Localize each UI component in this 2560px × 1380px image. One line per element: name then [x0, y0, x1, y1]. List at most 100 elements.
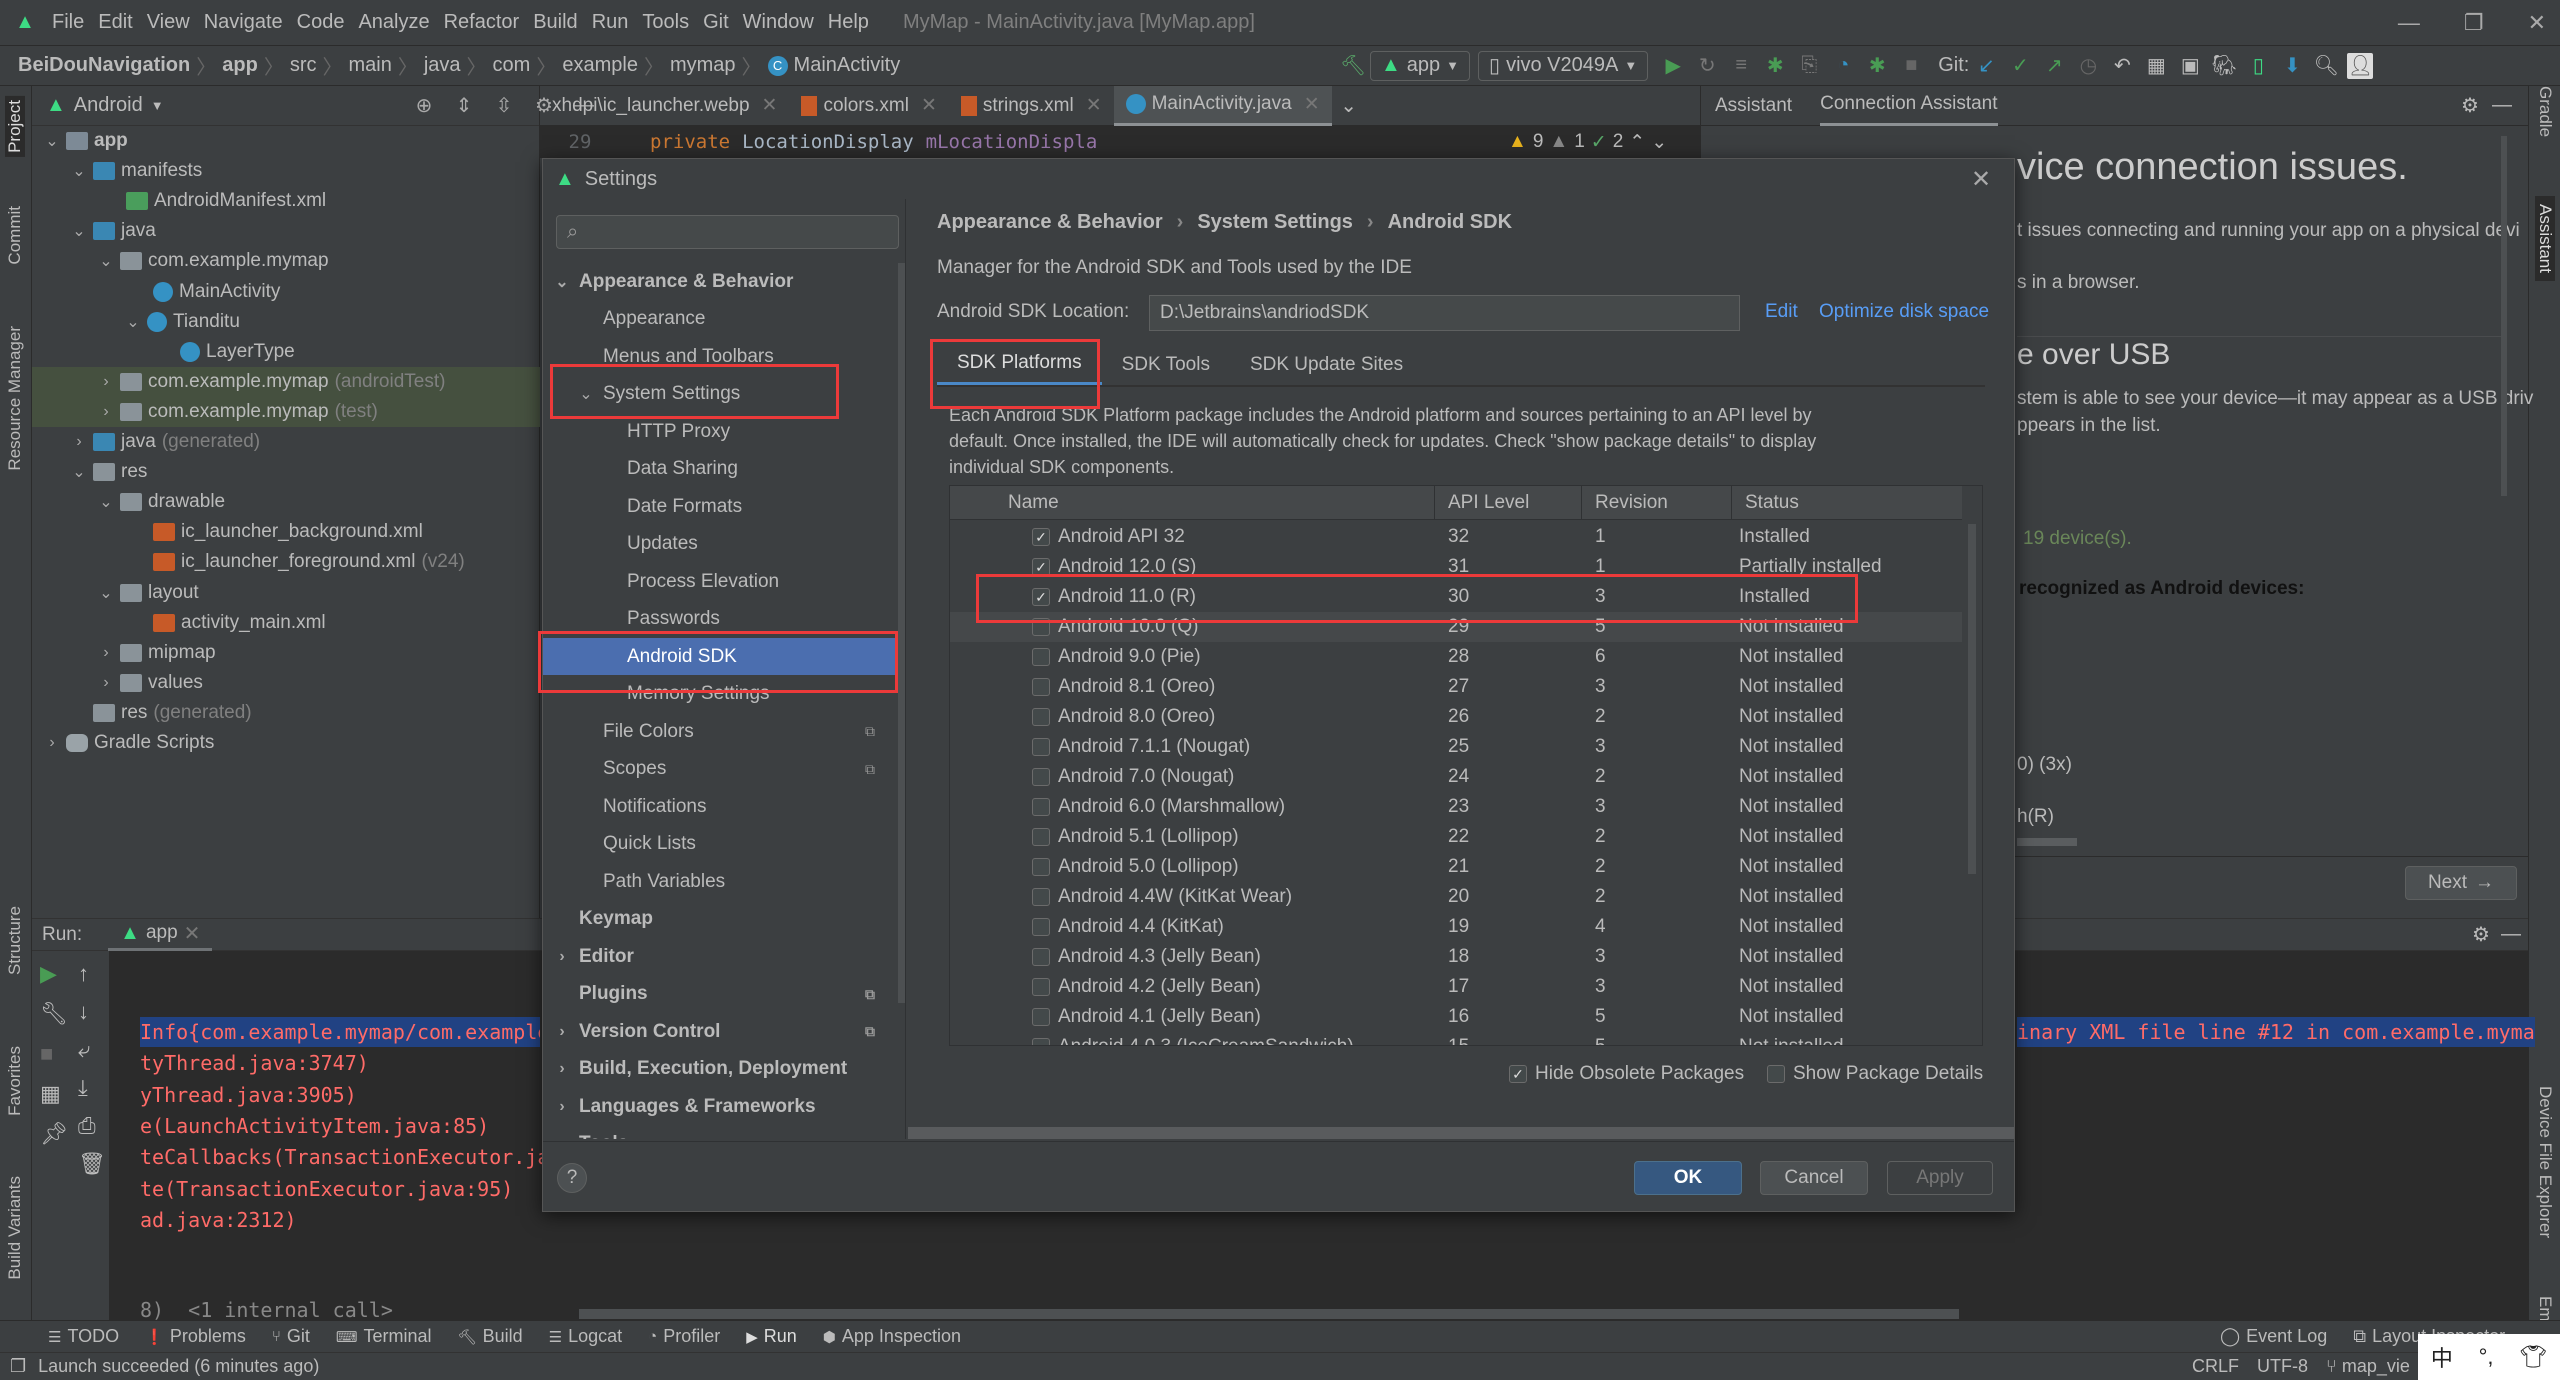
apply-button[interactable]: Apply — [1887, 1161, 1993, 1195]
tool-run[interactable]: ▶ Run — [746, 1326, 797, 1347]
git-branch[interactable]: ⑂ map_vie — [2326, 1356, 2410, 1377]
ok-button[interactable]: OK — [1634, 1161, 1742, 1195]
chevron-right-icon[interactable]: › — [551, 1023, 573, 1041]
project-tree-item[interactable]: LayerType — [32, 337, 540, 367]
chevron-right-icon[interactable]: › — [551, 948, 573, 966]
chevron-right-icon[interactable]: › — [42, 734, 62, 752]
table-row[interactable]: Android 5.1 (Lollipop) 22 2 Not installed — [950, 822, 1962, 852]
project-tree-item[interactable]: › Gradle Scripts — [32, 728, 540, 758]
breadcrumb-item[interactable]: example — [562, 54, 638, 77]
project-view-selector[interactable]: Android — [74, 94, 143, 117]
chevron-down-icon[interactable]: ⌄ — [551, 272, 573, 292]
scroll-to-end-icon[interactable]: ⤓ — [78, 1075, 106, 1101]
settings-tree-item[interactable]: Notifications — [543, 788, 901, 825]
make-project-hammer-icon[interactable]: 🔨︎ — [1340, 53, 1366, 79]
project-structure-icon[interactable]: ▦ — [2143, 53, 2169, 79]
close-dialog-button[interactable]: ✕ — [1971, 165, 1991, 194]
stop-icon[interactable]: ■ — [40, 1041, 68, 1067]
settings-tree-item[interactable]: Scopes ⧉ — [543, 751, 901, 788]
editor-tab[interactable]: strings.xml ✕ — [949, 86, 1114, 126]
checkbox-unchecked[interactable] — [1032, 1008, 1050, 1026]
tool-build[interactable]: 🔨︎ Build — [458, 1326, 523, 1347]
menu-refactor[interactable]: Refactor — [444, 11, 520, 34]
gear-icon[interactable]: ⚙ — [2468, 922, 2494, 948]
column-header-status[interactable]: Status — [1745, 492, 1799, 514]
breadcrumb-item[interactable]: mymap — [670, 54, 736, 77]
connection-assistant-tab[interactable]: Connection Assistant — [1820, 85, 1998, 126]
column-header-name[interactable]: Name — [1008, 492, 1059, 514]
device-manager-icon[interactable]: ▯ — [2245, 53, 2271, 79]
settings-tree-item[interactable]: › Editor — [543, 938, 901, 975]
menu-run[interactable]: Run — [592, 11, 629, 34]
checkbox-unchecked[interactable] — [1032, 708, 1050, 726]
project-tree-item[interactable]: › values — [32, 668, 540, 698]
column-header-revision[interactable]: Revision — [1595, 492, 1668, 514]
chevron-right-icon[interactable]: › — [96, 644, 116, 662]
table-row[interactable]: Android 7.1.1 (Nougat) 25 3 Not installed — [950, 732, 1962, 762]
table-row[interactable]: Android 7.0 (Nougat) 24 2 Not installed — [950, 762, 1962, 792]
device-selector[interactable]: ▯ vivo V2049A ▼ — [1478, 50, 1649, 81]
checkbox-unchecked[interactable] — [1032, 858, 1050, 876]
settings-tree-item[interactable]: Process Elevation — [543, 563, 901, 600]
close-tab-icon[interactable]: ✕ — [184, 921, 201, 946]
ime-skin-icon[interactable]: 👕︎ — [2519, 1344, 2547, 1370]
checkbox-unchecked[interactable] — [1032, 738, 1050, 756]
next-button[interactable]: Next → — [2405, 866, 2517, 900]
checkbox-checked[interactable]: ✓ — [1032, 588, 1050, 606]
chevron-right-icon[interactable]: › — [551, 1098, 573, 1116]
event-log-tool[interactable]: ◯ Event Log — [2220, 1326, 2327, 1347]
chevron-right-icon[interactable]: › — [551, 1060, 573, 1078]
trash-icon[interactable]: 🗑︎ — [78, 1151, 106, 1177]
checkbox-unchecked[interactable] — [1032, 918, 1050, 936]
tool-app-inspection[interactable]: ⬢ App Inspection — [823, 1326, 961, 1347]
line-separator[interactable]: CRLF — [2192, 1356, 2239, 1377]
project-tree-item[interactable]: ⌄ drawable — [32, 487, 540, 517]
breadcrumb-item[interactable]: MainActivity — [794, 54, 901, 77]
settings-tree-item[interactable]: › Build, Execution, Deployment — [543, 1051, 901, 1088]
inspection-widget[interactable]: ▲ 9 ▲ 1 ✓ 2 ⌃ ⌄ — [1508, 131, 1667, 154]
stripe-resource-manager[interactable]: Resource Manager — [5, 326, 25, 471]
checkbox-checked[interactable]: ✓ — [1032, 558, 1050, 576]
stripe-build-variants[interactable]: Build Variants — [5, 1176, 25, 1280]
close-window-button[interactable]: ✕ — [2528, 10, 2546, 36]
checkbox-unchecked[interactable] — [1032, 618, 1050, 636]
run-icon[interactable]: ▶ — [1660, 53, 1686, 79]
checkbox-unchecked[interactable] — [1032, 648, 1050, 666]
edit-link[interactable]: Edit — [1765, 301, 1798, 323]
console-horizontal-scrollbar[interactable] — [579, 1309, 1959, 1319]
tool-terminal[interactable]: ⌨ Terminal — [336, 1326, 432, 1347]
checkbox-unchecked[interactable] — [1032, 678, 1050, 696]
gear-icon[interactable]: ⚙ — [2457, 93, 2483, 119]
settings-tree-item[interactable]: Passwords — [543, 601, 901, 638]
layout-icon[interactable]: ▦ — [40, 1081, 68, 1107]
sync-gradle-icon[interactable]: 🐘︎ — [2211, 53, 2237, 79]
project-tree-item[interactable]: › java (generated) — [32, 427, 540, 457]
menu-window[interactable]: Window — [743, 11, 814, 34]
breadcrumb-item[interactable]: main — [348, 54, 391, 77]
tabs-overflow-chevron-icon[interactable]: ⌄ — [1336, 93, 1362, 119]
minimize-button[interactable]: — — [2398, 10, 2420, 36]
project-tree-item[interactable]: ⌄ app — [32, 126, 540, 156]
sdk-manager-icon[interactable]: ⬇ — [2279, 53, 2305, 79]
menu-git[interactable]: Git — [703, 11, 729, 34]
horizontal-scrollbar[interactable] — [2017, 838, 2077, 846]
project-tree-item[interactable]: ⌄ layout — [32, 578, 540, 608]
settings-search-input[interactable]: ⌕ — [556, 215, 899, 249]
menu-file[interactable]: File — [52, 11, 84, 34]
ime-punctuation-icon[interactable]: °, — [2479, 1344, 2494, 1370]
checkbox-unchecked[interactable] — [1032, 768, 1050, 786]
tool-git[interactable]: ⑂ Git — [272, 1326, 310, 1347]
pin-icon[interactable]: 📌︎ — [40, 1121, 68, 1147]
assistant-tab[interactable]: Assistant — [1715, 95, 1792, 117]
table-row[interactable]: Android 4.4 (KitKat) 19 4 Not installed — [950, 912, 1962, 942]
project-tree-item[interactable]: ⌄ Tianditu — [32, 307, 540, 337]
project-tree-item[interactable]: ⌄ manifests — [32, 156, 540, 186]
status-toggle-icon[interactable]: ❐ — [10, 1356, 26, 1377]
checkbox-unchecked[interactable] — [1032, 948, 1050, 966]
chevron-right-icon[interactable]: › — [96, 674, 116, 692]
stripe-structure[interactable]: Structure — [5, 906, 25, 975]
git-push-icon[interactable]: ↗ — [2041, 53, 2067, 79]
chevron-down-icon[interactable]: ⌄ — [575, 384, 597, 404]
attach-debugger-process-icon[interactable]: ✱ — [1864, 53, 1890, 79]
project-tree-item[interactable]: AndroidManifest.xml — [32, 186, 540, 216]
